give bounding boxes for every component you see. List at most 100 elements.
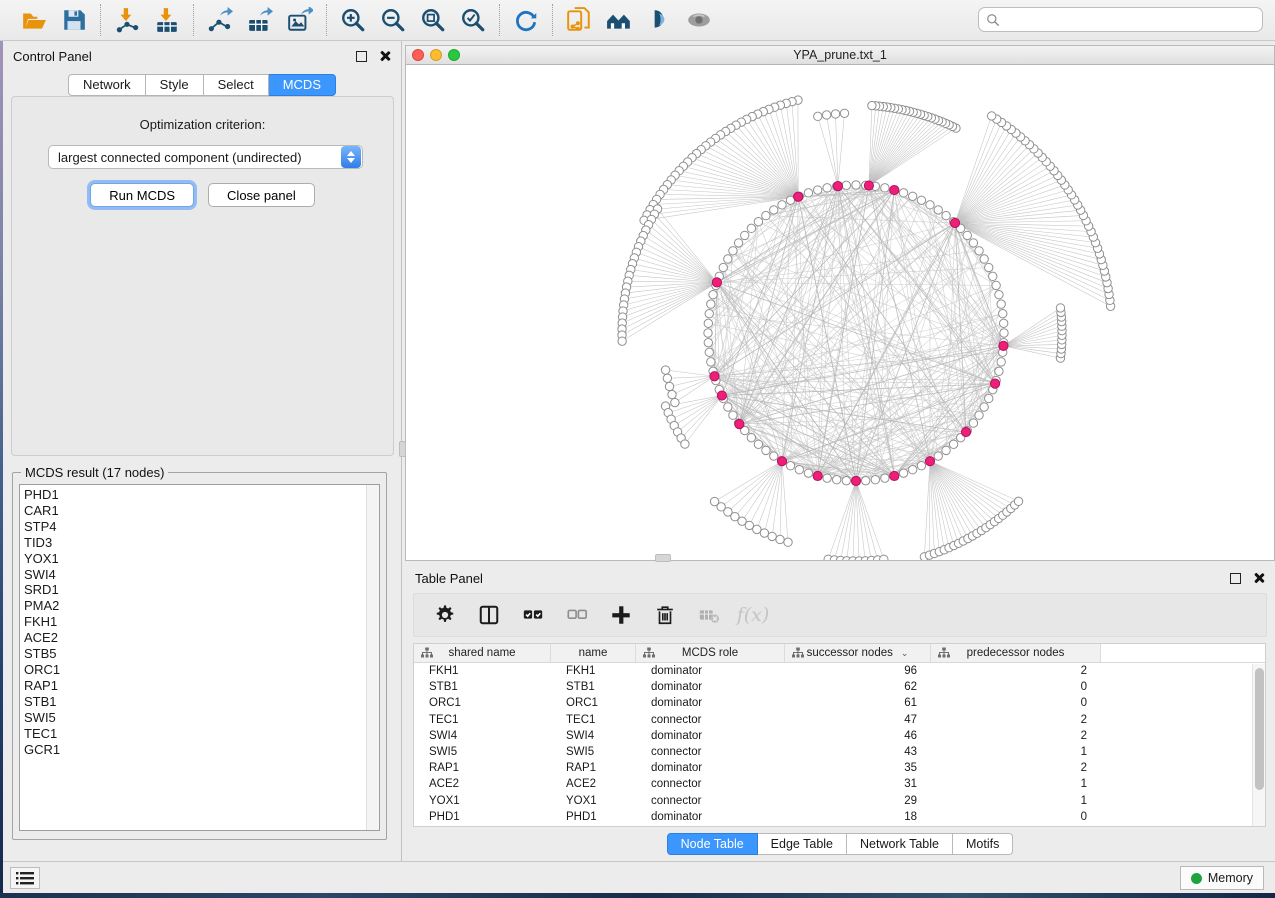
delete-row-button[interactable] — [648, 598, 682, 632]
satellite-node[interactable] — [760, 529, 768, 537]
satellite-node[interactable] — [840, 109, 848, 117]
ring-node[interactable] — [724, 403, 732, 411]
satellite-node[interactable] — [776, 535, 784, 543]
ring-node[interactable] — [786, 462, 794, 470]
column-header-name[interactable]: name — [551, 644, 636, 662]
ring-node[interactable] — [762, 211, 770, 219]
network-canvas[interactable] — [406, 65, 1274, 560]
open-folder-button[interactable] — [14, 4, 54, 36]
tab-select[interactable]: Select — [204, 74, 269, 96]
mcds-node[interactable] — [890, 185, 899, 194]
mcds-result-item[interactable]: STB5 — [24, 646, 379, 662]
ring-node[interactable] — [754, 440, 762, 448]
satellite-node[interactable] — [784, 538, 792, 546]
save-button[interactable] — [54, 4, 94, 36]
table-row[interactable]: TEC1TEC1connector472 — [414, 712, 1265, 728]
mcds-node[interactable] — [961, 427, 970, 436]
table-scrollbar-thumb[interactable] — [1255, 668, 1264, 790]
satellite-node[interactable] — [822, 111, 830, 119]
search-box[interactable] — [978, 7, 1263, 32]
ring-node[interactable] — [963, 231, 971, 239]
satellite-node[interactable] — [665, 382, 673, 390]
zoom-selected-button[interactable] — [453, 4, 493, 36]
ring-node[interactable] — [942, 446, 950, 454]
satellite-node[interactable] — [663, 374, 671, 382]
ring-node[interactable] — [719, 263, 727, 271]
ring-node[interactable] — [881, 474, 889, 482]
tab-network[interactable]: Network — [68, 74, 146, 96]
ring-node[interactable] — [754, 218, 762, 226]
satellite-node[interactable] — [868, 101, 876, 109]
ring-node[interactable] — [823, 474, 831, 482]
ring-node[interactable] — [969, 239, 977, 247]
mcds-node[interactable] — [925, 457, 934, 466]
satellite-node[interactable] — [814, 112, 822, 120]
tab-edge-table[interactable]: Edge Table — [758, 833, 847, 855]
ring-node[interactable] — [989, 272, 997, 280]
ring-node[interactable] — [762, 446, 770, 454]
mcds-result-list[interactable]: PHD1CAR1STP4TID3YOX1SWI4SRD1PMA2FKH1ACE2… — [19, 484, 380, 831]
float-panel-icon[interactable] — [356, 51, 367, 62]
task-history-button[interactable] — [10, 867, 40, 889]
mcds-node[interactable] — [864, 181, 873, 190]
ring-node[interactable] — [724, 255, 732, 263]
table-row[interactable]: STB1STB1dominator620 — [414, 679, 1265, 695]
select-all-button[interactable] — [516, 598, 550, 632]
ring-node[interactable] — [770, 206, 778, 214]
ring-node[interactable] — [926, 201, 934, 209]
ring-node[interactable] — [969, 419, 977, 427]
ring-node[interactable] — [734, 239, 742, 247]
table-row[interactable]: ACE2ACE2connector311 — [414, 776, 1265, 792]
splitter-grip-horizontal[interactable] — [655, 554, 671, 562]
refresh-button[interactable] — [506, 4, 546, 36]
close-panel-button[interactable]: Close panel — [208, 183, 315, 207]
tab-mcds[interactable]: MCDS — [269, 74, 336, 96]
mcds-node[interactable] — [717, 391, 726, 400]
ring-node[interactable] — [934, 452, 942, 460]
ring-node[interactable] — [980, 403, 988, 411]
satellite-node[interactable] — [768, 532, 776, 540]
column-header-shared-name[interactable]: shared name — [414, 644, 551, 662]
ring-node[interactable] — [985, 394, 993, 402]
table-close-panel-icon[interactable] — [1253, 572, 1265, 584]
ring-node[interactable] — [975, 247, 983, 255]
table-scrollbar[interactable] — [1252, 664, 1265, 826]
ring-node[interactable] — [729, 247, 737, 255]
ring-node[interactable] — [861, 476, 869, 484]
import-network-button[interactable] — [107, 4, 147, 36]
memory-button[interactable]: Memory — [1180, 866, 1264, 890]
node-table[interactable]: shared namenameMCDS rolesuccessor nodes⌄… — [413, 643, 1266, 827]
table-row[interactable]: SWI5SWI5connector431 — [414, 744, 1265, 760]
ring-node[interactable] — [917, 462, 925, 470]
ring-node[interactable] — [908, 466, 916, 474]
ring-node[interactable] — [997, 358, 1005, 366]
search-input[interactable] — [1005, 13, 1255, 27]
table-row[interactable]: PHD1PHD1dominator180 — [414, 809, 1265, 825]
mcds-result-item[interactable]: PMA2 — [24, 598, 379, 614]
ring-node[interactable] — [813, 186, 821, 194]
ring-node[interactable] — [980, 255, 988, 263]
mcds-result-item[interactable]: STP4 — [24, 519, 379, 535]
result-list-scrollbar[interactable] — [366, 485, 379, 830]
ring-node[interactable] — [934, 206, 942, 214]
ring-node[interactable] — [705, 348, 713, 356]
ring-node[interactable] — [881, 184, 889, 192]
close-panel-icon[interactable] — [379, 50, 391, 62]
mcds-result-item[interactable]: YOX1 — [24, 551, 379, 567]
satellite-node[interactable] — [987, 112, 995, 120]
export-network-button[interactable] — [200, 4, 240, 36]
satellite-node[interactable] — [753, 525, 761, 533]
mcds-result-item[interactable]: TEC1 — [24, 726, 379, 742]
satellite-node[interactable] — [681, 440, 689, 448]
satellite-node[interactable] — [671, 398, 679, 406]
mcds-node[interactable] — [813, 471, 822, 480]
mcds-result-item[interactable]: ORC1 — [24, 662, 379, 678]
satellite-node[interactable] — [1014, 497, 1022, 505]
mcds-result-item[interactable]: TID3 — [24, 535, 379, 551]
ring-node[interactable] — [705, 309, 713, 317]
ring-node[interactable] — [899, 189, 907, 197]
toggle-view-button[interactable] — [639, 4, 679, 36]
column-header-successor-nodes[interactable]: successor nodes⌄ — [785, 644, 931, 662]
ring-node[interactable] — [1000, 329, 1008, 337]
ring-node[interactable] — [804, 189, 812, 197]
